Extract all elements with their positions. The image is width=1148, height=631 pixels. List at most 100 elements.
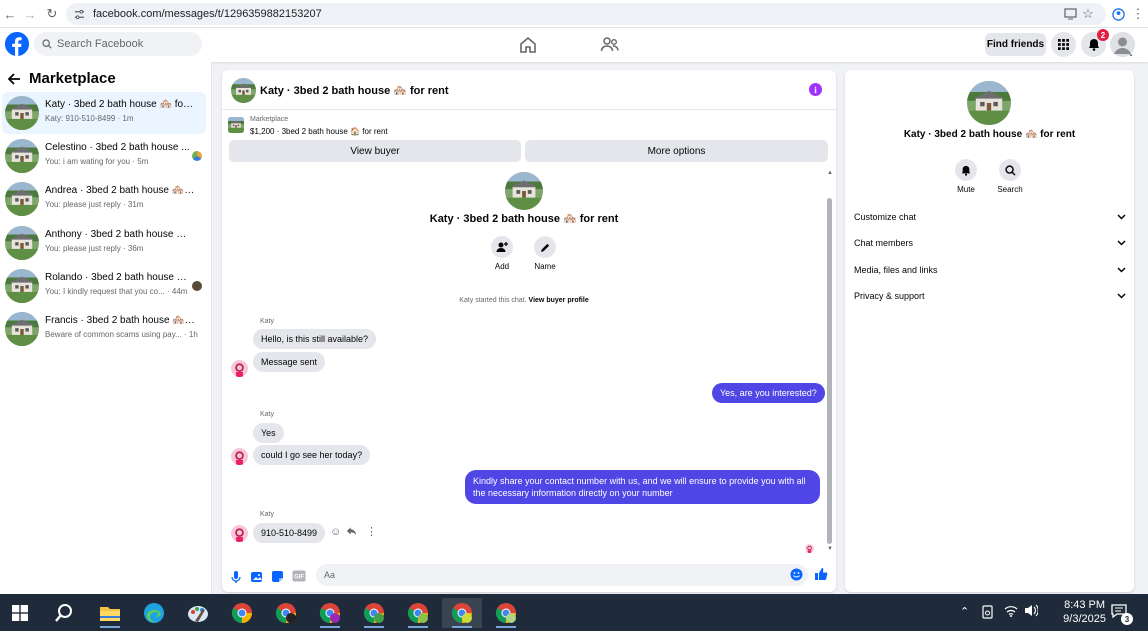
- scroll-down-icon[interactable]: ▼: [827, 546, 833, 552]
- chrome-icon[interactable]: [222, 598, 262, 628]
- paint-app-icon[interactable]: [178, 598, 218, 628]
- search-icon: [999, 159, 1021, 181]
- add-button[interactable]: Add: [482, 236, 522, 271]
- chrome-profile-icon[interactable]: [354, 598, 394, 628]
- conversation-item[interactable]: Rolando · 3bed 2 bath house 🏘️ ... You: …: [2, 265, 206, 307]
- back-arrow-icon[interactable]: ←: [2, 6, 18, 22]
- menu-grid-icon[interactable]: [1051, 32, 1076, 57]
- privacy-support-section[interactable]: Privacy & support: [854, 286, 1126, 306]
- emoji-icon[interactable]: [790, 568, 804, 582]
- listing-thumbnail: [228, 117, 244, 133]
- chrome-profile-icon[interactable]: [310, 598, 350, 628]
- add-person-icon: [491, 236, 513, 258]
- chat-members-section[interactable]: Chat members: [854, 233, 1126, 253]
- search-box[interactable]: [34, 32, 202, 56]
- search-input[interactable]: [57, 38, 187, 50]
- more-actions-icon[interactable]: ⋮: [366, 525, 377, 538]
- url-text[interactable]: facebook.com/messages/t/1296359882153207: [93, 8, 322, 20]
- chevron-down-icon: [1117, 240, 1126, 246]
- add-label: Add: [494, 262, 510, 271]
- message-bubble-outgoing[interactable]: Yes, are you interested?: [712, 383, 825, 403]
- address-bar[interactable]: facebook.com/messages/t/1296359882153207: [66, 3, 1106, 25]
- wifi-icon[interactable]: [1004, 605, 1018, 617]
- facebook-logo-icon[interactable]: [5, 32, 29, 56]
- browser-menu-icon[interactable]: ⋮: [1130, 6, 1146, 22]
- message-input[interactable]: [316, 564, 808, 586]
- customize-chat-section[interactable]: Customize chat: [854, 207, 1126, 227]
- info-avatar: [967, 81, 1011, 125]
- section-label: Privacy & support: [854, 291, 925, 301]
- sticker-icon[interactable]: [271, 570, 285, 584]
- volume-icon[interactable]: [1024, 604, 1038, 617]
- name-button[interactable]: Name: [525, 236, 565, 271]
- conversation-item[interactable]: Celestino · 3bed 2 bath house ... You: i…: [2, 135, 206, 177]
- sender-avatar[interactable]: [231, 448, 248, 465]
- chat-scrollbar[interactable]: [827, 198, 832, 544]
- message-bubble-incoming[interactable]: Message sent: [253, 352, 326, 372]
- message-bubble-incoming[interactable]: Yes: [253, 423, 284, 443]
- conversation-item[interactable]: Andrea · 3bed 2 bath house 🏘️ for... You…: [2, 178, 206, 220]
- bell-icon: [955, 159, 977, 181]
- view-buyer-profile-link[interactable]: View buyer profile: [529, 297, 589, 304]
- edge-browser-icon[interactable]: [134, 598, 174, 628]
- home-icon[interactable]: [518, 35, 540, 55]
- search-icon[interactable]: [44, 598, 84, 628]
- thumbs-up-icon[interactable]: [814, 567, 828, 581]
- sender-avatar[interactable]: [231, 360, 248, 377]
- profile-icon[interactable]: [1110, 6, 1126, 22]
- tray-chevron-up-icon[interactable]: ⌃: [960, 605, 969, 618]
- message-bubble-incoming[interactable]: 910-510-8499: [253, 523, 326, 543]
- message-bubble-outgoing[interactable]: Kindly share your contact number with us…: [465, 470, 820, 504]
- cast-icon[interactable]: [1062, 6, 1078, 22]
- svg-text:GIF: GIF: [294, 575, 304, 581]
- facebook-header: Find friends 2 ⌄: [0, 28, 1148, 62]
- chrome-profile-icon[interactable]: [398, 598, 438, 628]
- chevron-down-icon: [1117, 267, 1126, 273]
- windows-start-icon[interactable]: [0, 598, 40, 628]
- section-label: Media, files and links: [854, 265, 938, 275]
- sender-name: Katy: [260, 411, 275, 418]
- conversation-name: Anthony · 3bed 2 bath house 🏘️ f...: [45, 229, 195, 240]
- conversation-item[interactable]: Francis · 3bed 2 bath house 🏘️ for... Be…: [2, 308, 206, 350]
- chat-avatar[interactable]: [231, 78, 256, 103]
- chrome-profile-icon[interactable]: [266, 598, 306, 628]
- more-options-button[interactable]: More options: [525, 140, 828, 162]
- gif-icon[interactable]: GIF: [292, 570, 306, 584]
- info-icon[interactable]: i: [809, 83, 822, 96]
- listing-summary[interactable]: Marketplace $1,200 · 3bed 2 bath house 🏠…: [228, 114, 828, 140]
- reply-arrow-icon[interactable]: [346, 526, 357, 536]
- open-indicator: [496, 626, 516, 628]
- bookmark-star-icon[interactable]: ☆: [1080, 6, 1096, 22]
- find-friends-button[interactable]: Find friends: [985, 33, 1046, 56]
- react-smiley-icon[interactable]: ☺: [330, 526, 341, 538]
- search-button[interactable]: Search: [990, 159, 1030, 194]
- forward-arrow-icon[interactable]: →: [22, 6, 38, 22]
- conversation-item[interactable]: Anthony · 3bed 2 bath house 🏘️ f... You:…: [2, 222, 206, 264]
- message-bubble-incoming[interactable]: could I go see her today?: [253, 445, 371, 465]
- photo-icon[interactable]: [250, 570, 264, 584]
- reload-icon[interactable]: ↻: [44, 6, 60, 22]
- mute-label: Mute: [957, 185, 975, 194]
- system-clock[interactable]: 8:43 PM 9/3/2025: [1063, 598, 1106, 626]
- view-buyer-button[interactable]: View buyer: [229, 140, 521, 162]
- site-settings-icon[interactable]: [74, 9, 85, 20]
- message-composer: GIF: [222, 564, 836, 592]
- back-arrow-icon[interactable]: [8, 72, 21, 85]
- chat-title[interactable]: Katy · 3bed 2 bath house 🏘️ for rent: [260, 84, 449, 97]
- search-label: Search: [997, 185, 1023, 194]
- scroll-up-icon[interactable]: ▲: [827, 170, 833, 176]
- chrome-profile-icon[interactable]: [486, 598, 526, 628]
- sender-avatar[interactable]: [231, 525, 248, 542]
- media-files-links-section[interactable]: Media, files and links: [854, 260, 1126, 280]
- microphone-icon[interactable]: [230, 570, 244, 584]
- account-chevron-icon[interactable]: ⌄: [1128, 50, 1134, 58]
- mute-button[interactable]: Mute: [946, 159, 986, 194]
- chat-header: Katy · 3bed 2 bath house 🏘️ for rent i: [222, 70, 836, 110]
- message-bubble-incoming[interactable]: Hello, is this still available?: [253, 329, 377, 349]
- file-explorer-icon[interactable]: [90, 598, 130, 628]
- device-icon[interactable]: [982, 605, 995, 619]
- friends-icon[interactable]: [600, 35, 622, 55]
- chrome-profile-icon[interactable]: [442, 598, 482, 628]
- conversation-item[interactable]: Katy · 3bed 2 bath house 🏘️ for rent Kat…: [2, 92, 206, 134]
- chat-info-panel: Katy · 3bed 2 bath house 🏘️ for rent Mut…: [845, 70, 1134, 592]
